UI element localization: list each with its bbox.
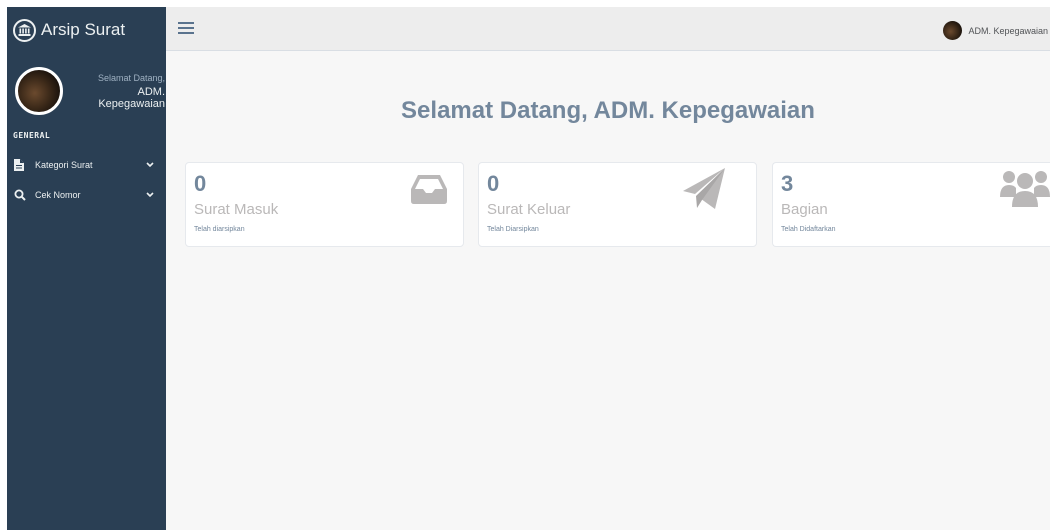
paper-plane-icon [682,167,726,216]
chevron-down-icon [146,192,156,198]
profile-welcome: Selamat Datang, [97,72,165,83]
tile-label: Bagian [781,201,828,218]
sidebar-item-label: Kategori Surat [35,160,93,170]
tile-count: 3 [781,171,794,196]
menu-toggle-icon[interactable] [178,22,194,35]
profile-name: ADM. Kepegawaian [98,85,165,110]
tile-label: Surat Masuk [194,201,279,218]
sidebar-item-kategori-surat[interactable]: Kategori Surat [7,150,166,180]
tile-count: 0 [194,171,207,196]
tile-label: Surat Keluar [487,201,571,218]
user-menu[interactable]: ADM. Kepegawaian [943,21,1048,40]
brand-name: Arsip Surat [41,20,126,39]
main-content: Selamat Datang, ADM. Kepegawaian 0 Surat… [166,51,1050,530]
sidebar-item-label: Cek Nomor [35,190,81,200]
chevron-down-icon [146,162,156,168]
sidebar-menu: Kategori Surat Cek Nomor [7,150,166,210]
sidebar-item-cek-nomor[interactable]: Cek Nomor [7,180,166,210]
tile-bagian[interactable]: 3 Bagian Telah Didaftarkan [772,162,1050,247]
search-icon [14,188,28,202]
profile-info: Selamat Datang, ADM. Kepegawaian [71,73,165,110]
tile-sub: Telah Didaftarkan [781,226,836,233]
tile-count: 0 [487,171,500,196]
brand[interactable]: Arsip Surat [7,7,166,53]
page-title: Selamat Datang, ADM. Kepegawaian [401,97,815,124]
tile-surat-keluar[interactable]: 0 Surat Keluar Telah Diarsipkan [478,162,757,247]
file-icon [14,158,28,172]
avatar [15,67,63,115]
users-icon [1000,169,1050,214]
user-name: ADM. Kepegawaian [968,25,1048,36]
avatar [943,21,963,40]
inbox-icon [410,173,448,210]
top-navbar: ADM. Kepegawaian [166,7,1050,51]
profile: Selamat Datang, ADM. Kepegawaian [7,53,166,117]
tile-sub: Telah Diarsipkan [487,226,539,233]
tile-surat-masuk[interactable]: 0 Surat Masuk Telah diarsipkan [185,162,464,247]
sidebar: Arsip Surat Selamat Datang, ADM. Kepegaw… [7,7,166,530]
tile-sub: Telah diarsipkan [194,226,245,233]
bank-icon [13,18,36,42]
section-title: GENERAL [13,131,51,140]
